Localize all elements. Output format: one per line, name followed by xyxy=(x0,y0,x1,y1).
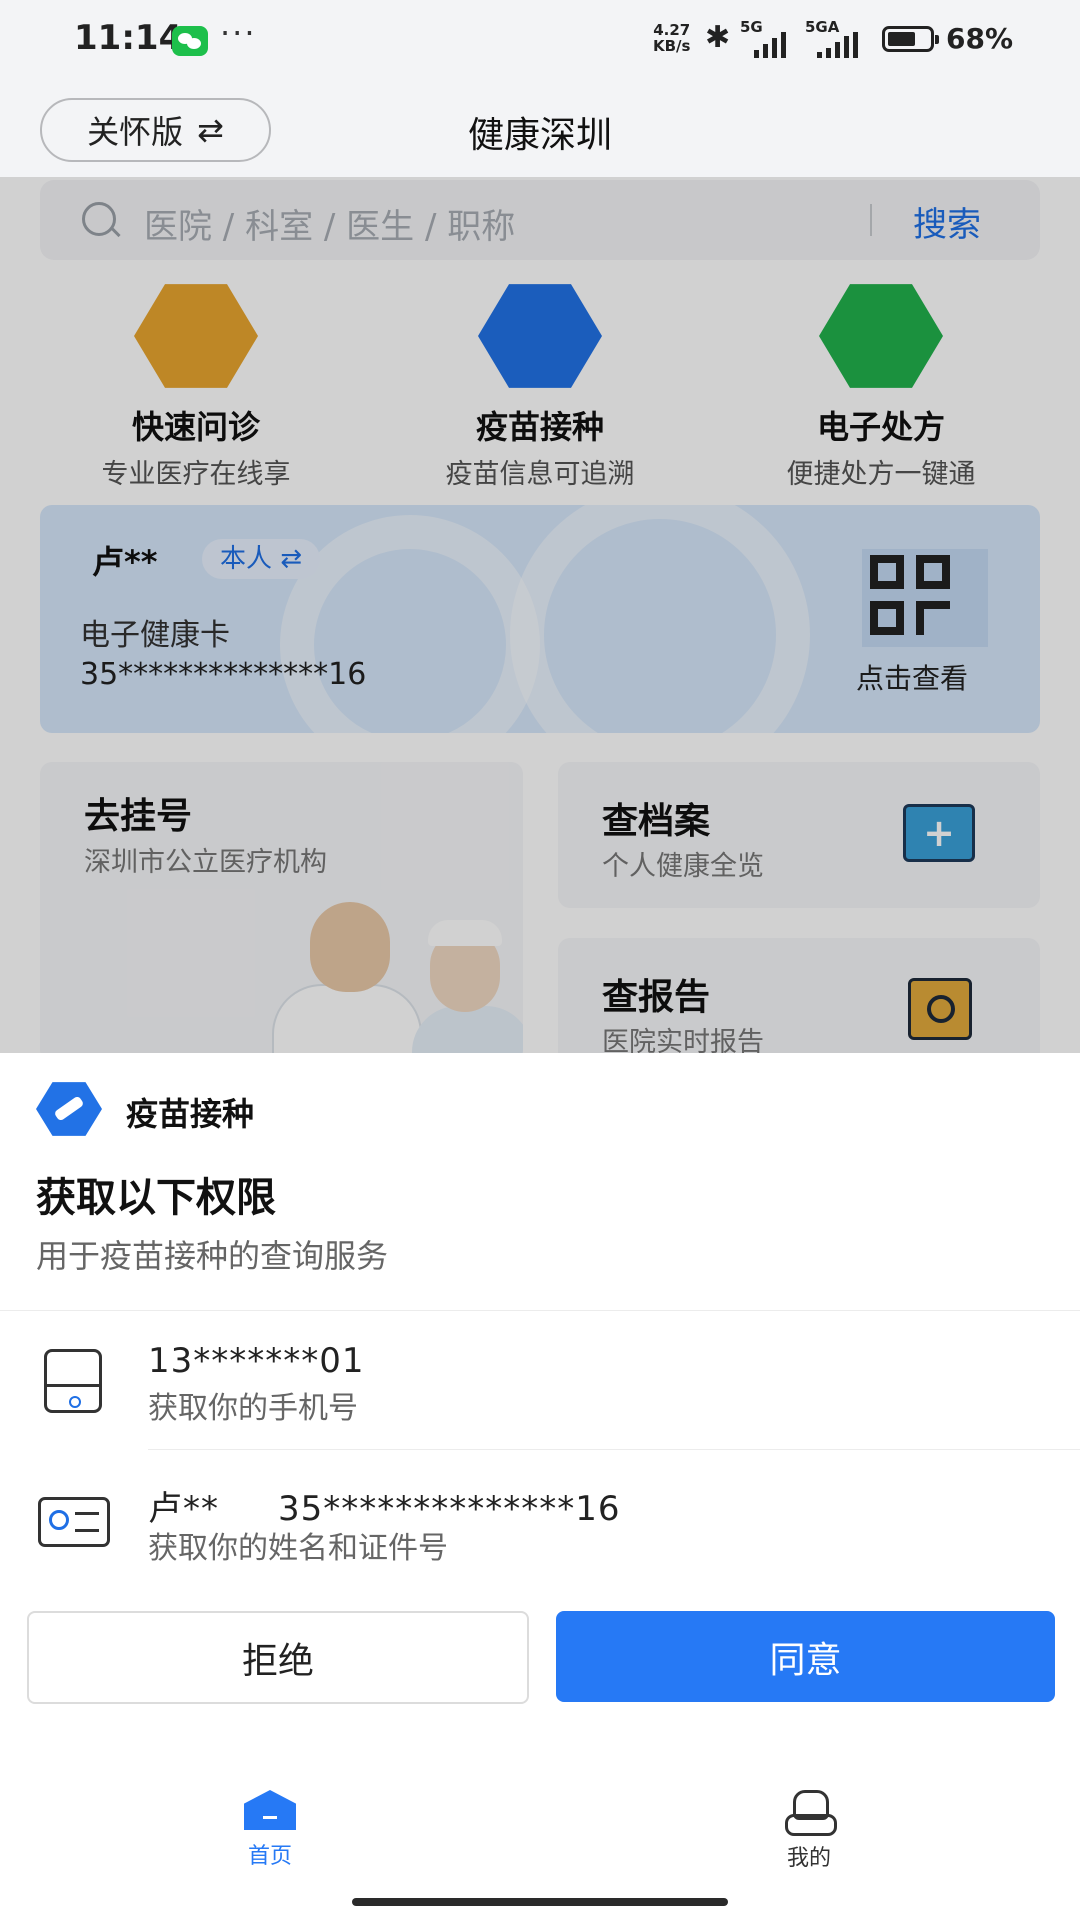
divider xyxy=(148,1449,1080,1450)
signal-sim1: 5G xyxy=(740,18,800,58)
permission-id-desc: 获取你的姓名和证件号 xyxy=(148,1531,448,1566)
wechat-icon xyxy=(172,26,208,56)
network-speed: 4.27 KB/s xyxy=(653,22,690,54)
profile-icon xyxy=(783,1790,837,1836)
modal-backdrop[interactable] xyxy=(0,177,1080,1053)
signal-bars-icon xyxy=(754,32,786,58)
signal-sim2: 5GA xyxy=(805,18,865,58)
signal-bars-icon xyxy=(817,32,858,58)
network-speed-value: 4.27 xyxy=(653,21,691,39)
home-indicator[interactable] xyxy=(352,1898,728,1906)
id-card-icon xyxy=(38,1497,110,1547)
status-bar: 11:14 ··· 4.27 KB/s ✱ 5G 5GA 68% xyxy=(0,0,1080,80)
permission-phone-value: 13*******01 xyxy=(148,1341,365,1381)
page-title: 健康深圳 xyxy=(467,115,612,156)
sheet-description: 用于疫苗接种的查询服务 xyxy=(36,1237,389,1275)
syringe-icon xyxy=(36,1082,102,1136)
tab-mine[interactable]: 我的 xyxy=(749,1790,869,1872)
clock: 11:14 xyxy=(74,18,183,58)
phone-icon xyxy=(44,1349,102,1413)
permission-phone-desc: 获取你的手机号 xyxy=(148,1391,358,1426)
requesting-app-name: 疫苗接种 xyxy=(126,1095,255,1133)
divider xyxy=(0,1310,1080,1311)
agree-button[interactable]: 同意 xyxy=(556,1611,1055,1702)
more-notifications: ··· xyxy=(220,14,257,52)
home-icon xyxy=(244,1790,296,1830)
tab-home-label: 首页 xyxy=(247,1844,292,1869)
permission-sheet: 疫苗接种 获取以下权限 用于疫苗接种的查询服务 13*******01 获取你的… xyxy=(0,1053,1080,1920)
sheet-title: 获取以下权限 xyxy=(36,1175,276,1221)
tab-mine-label: 我的 xyxy=(786,1846,831,1871)
header: 关怀版 ⇄ 健康深圳 xyxy=(0,80,1080,177)
reject-button[interactable]: 拒绝 xyxy=(27,1611,529,1704)
network-speed-unit: KB/s xyxy=(653,37,691,55)
battery-percent: 68% xyxy=(946,22,1014,55)
bluetooth-icon: ✱ xyxy=(705,20,731,55)
battery-icon xyxy=(882,26,939,52)
tab-home[interactable]: 首页 xyxy=(210,1790,330,1870)
